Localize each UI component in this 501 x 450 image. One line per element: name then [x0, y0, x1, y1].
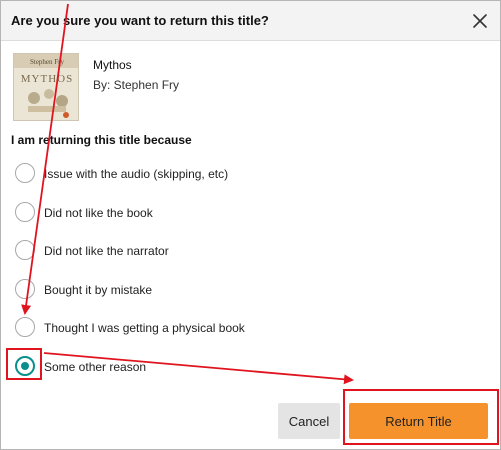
reason-option-bought-by-mistake[interactable]: Bought it by mistake: [15, 279, 215, 301]
reason-option-audio[interactable]: Issue with the audio (skipping, etc): [15, 163, 275, 185]
dialog-header: Are you sure you want to return this tit…: [1, 1, 500, 41]
cover-author-text: Stephen Fry: [30, 58, 65, 66]
radio-button[interactable]: [15, 202, 35, 222]
dialog-title: Are you sure you want to return this tit…: [11, 13, 269, 28]
return-dialog: Are you sure you want to return this tit…: [0, 0, 501, 450]
radio-button[interactable]: [15, 279, 35, 299]
reason-prompt: I am returning this title because: [11, 133, 192, 147]
reason-label: Did not like the book: [44, 206, 153, 220]
reason-label: Bought it by mistake: [44, 283, 153, 297]
close-icon: [473, 14, 487, 28]
reason-label: Issue with the audio (skipping, etc): [44, 167, 229, 181]
radio-button[interactable]: [15, 163, 35, 183]
book-title: Mythos: [93, 58, 132, 72]
reason-label: Some other reason: [44, 360, 147, 374]
book-cover: Stephen Fry MYTHOS: [13, 53, 79, 121]
radio-button[interactable]: [15, 240, 35, 260]
radio-button[interactable]: [15, 317, 35, 337]
radio-button-selected[interactable]: [15, 356, 35, 376]
book-author: By: Stephen Fry: [93, 78, 180, 92]
book-cover-art: Stephen Fry MYTHOS: [14, 54, 78, 120]
reason-option-did-not-like-narrator[interactable]: Did not like the narrator: [15, 240, 215, 262]
reason-label: Thought I was getting a physical book: [44, 321, 245, 335]
reason-label: Did not like the narrator: [44, 244, 169, 258]
cancel-button[interactable]: Cancel: [278, 403, 340, 439]
close-button[interactable]: [469, 10, 491, 32]
reason-option-did-not-like-book[interactable]: Did not like the book: [15, 202, 215, 224]
return-title-button[interactable]: Return Title: [349, 403, 488, 439]
radio-dot: [21, 362, 29, 370]
reason-option-other[interactable]: Some other reason: [15, 356, 215, 378]
reason-option-physical-book[interactable]: Thought I was getting a physical book: [15, 317, 275, 339]
cover-title-text: MYTHOS: [21, 73, 73, 85]
